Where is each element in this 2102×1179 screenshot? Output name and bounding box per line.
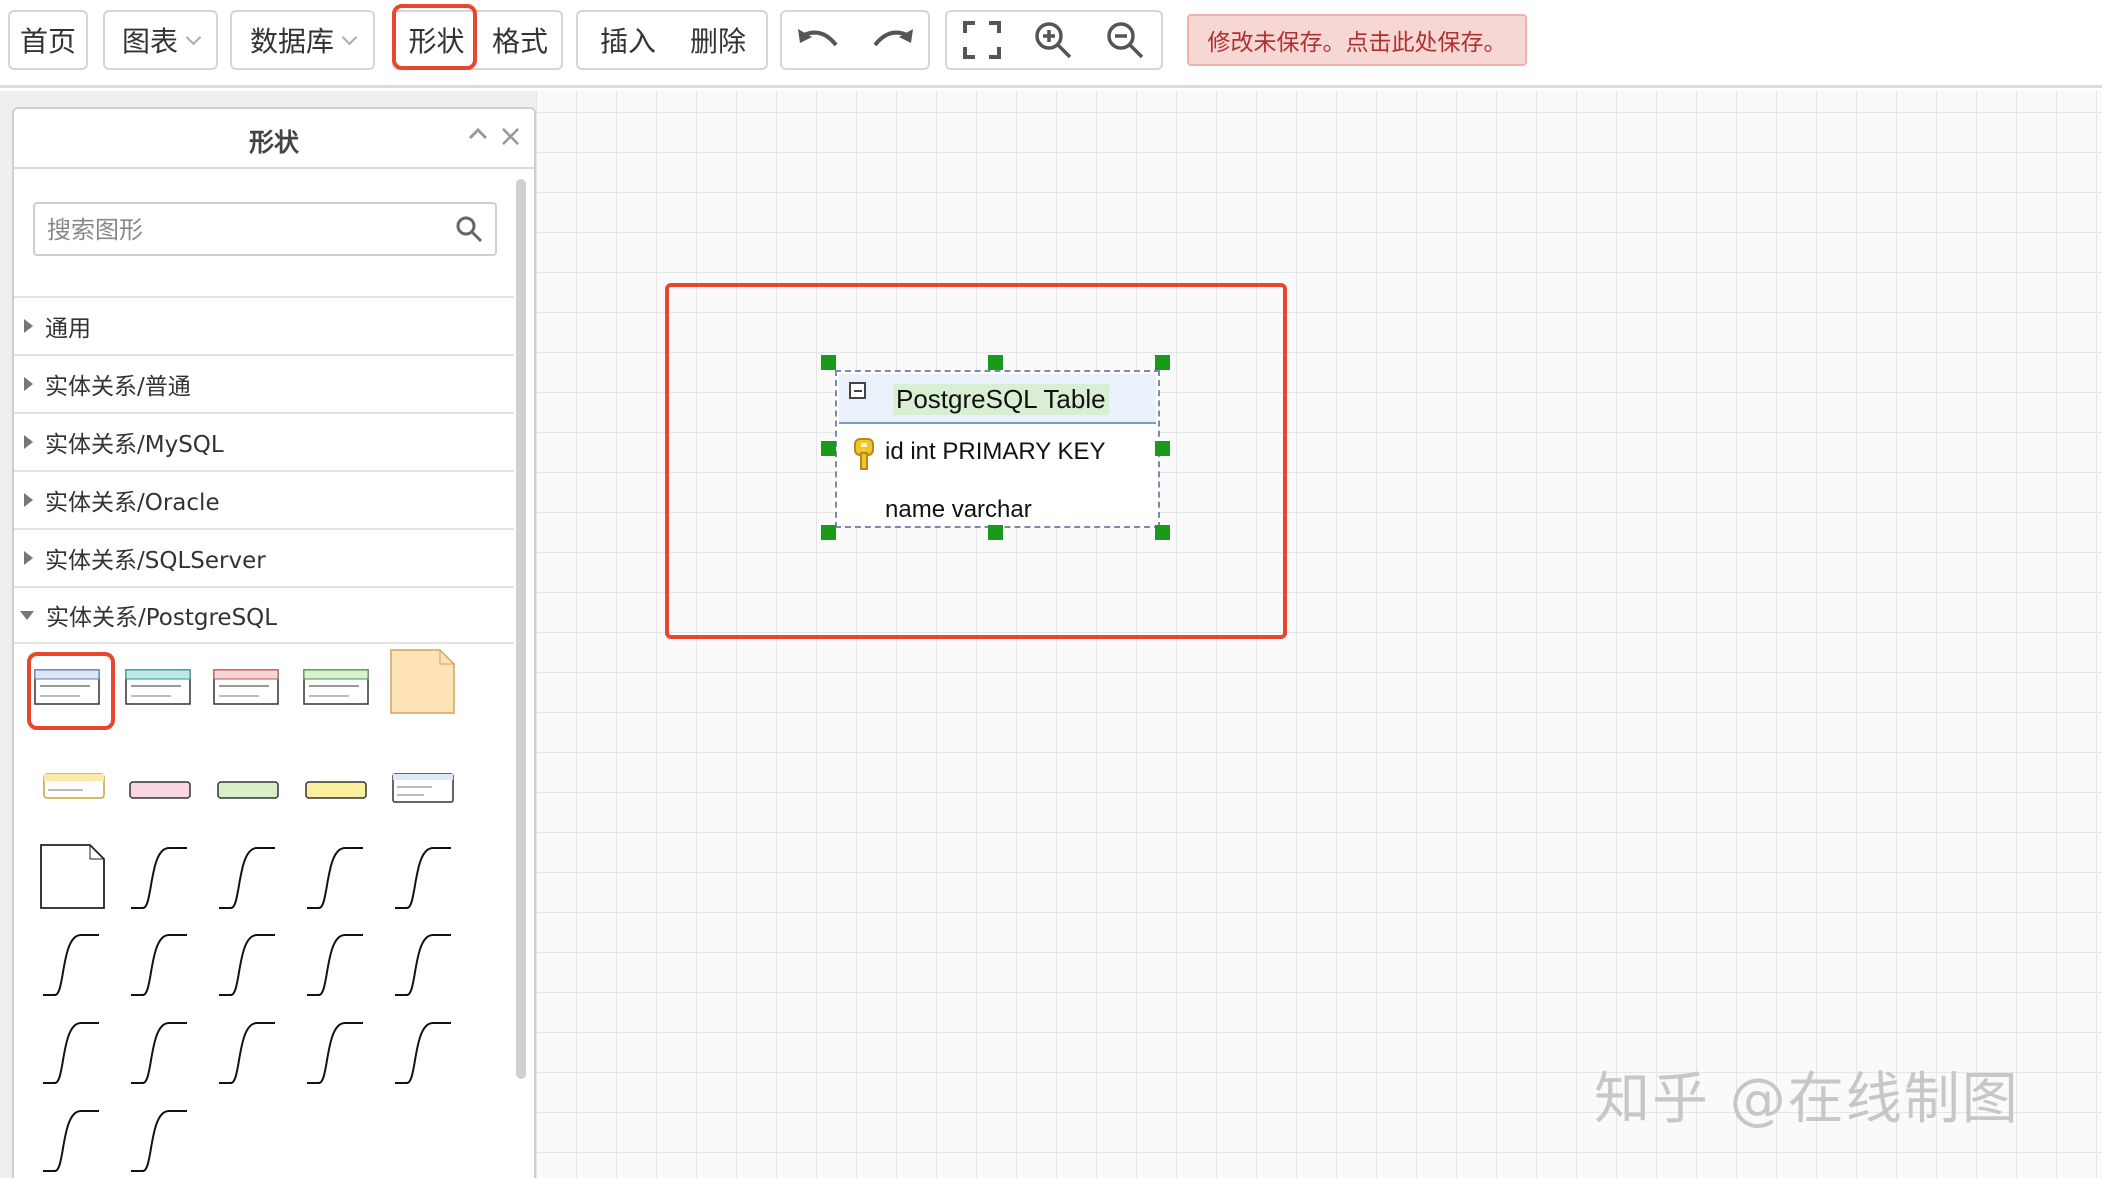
relation-connector[interactable]: [393, 846, 463, 916]
chart-menu[interactable]: 图表: [103, 10, 218, 70]
table-row-name[interactable]: name varchar: [885, 496, 1032, 524]
relation-connector[interactable]: [217, 933, 287, 1003]
table-row-primary-key[interactable]: id int PRIMARY KEY: [885, 438, 1106, 466]
relation-connector[interactable]: [129, 846, 199, 916]
panel-title: 形状: [248, 128, 299, 157]
shape-panel: 形状 × 通用 实体关系/普通 实体关系/MySQL 实体关系/Oracle 实…: [12, 107, 536, 1178]
zoom-out-icon[interactable]: [1105, 20, 1145, 60]
relation-connector[interactable]: [41, 1109, 111, 1179]
category-er-sqlserver[interactable]: 实体关系/SQLServer: [14, 528, 514, 586]
relation-connector[interactable]: [129, 933, 199, 1003]
category-er-general[interactable]: 实体关系/普通: [14, 354, 514, 412]
expand-arrow-icon: [24, 319, 33, 333]
shape-postgresql-procedure[interactable]: [217, 781, 287, 851]
resize-handle-n[interactable]: [988, 355, 1003, 370]
view-group: [945, 10, 1163, 70]
expand-arrow-icon: [24, 435, 33, 449]
resize-handle-nw[interactable]: [821, 355, 836, 370]
insert-button[interactable]: 插入: [578, 12, 678, 68]
expand-arrow-icon: [24, 377, 33, 391]
category-label: 实体关系/Oracle: [45, 490, 220, 516]
category-label: 实体关系/MySQL: [45, 432, 224, 458]
relation-connector[interactable]: [41, 933, 111, 1003]
format-button[interactable]: 格式: [479, 12, 561, 68]
expand-arrow-icon: [24, 493, 33, 507]
resize-handle-w[interactable]: [821, 441, 836, 456]
selected-shape-highlight: [27, 652, 115, 730]
resize-handle-s[interactable]: [988, 525, 1003, 540]
fit-screen-icon[interactable]: [963, 21, 1001, 59]
shape-note[interactable]: [40, 844, 110, 914]
category-er-oracle[interactable]: 实体关系/Oracle: [14, 470, 514, 528]
database-menu[interactable]: 数据库: [230, 10, 375, 70]
relation-connector[interactable]: [217, 846, 287, 916]
shape-postgresql-view[interactable]: [43, 773, 113, 843]
undo-icon[interactable]: [796, 25, 842, 55]
category-label: 实体关系/SQLServer: [45, 548, 266, 574]
search-icon[interactable]: [455, 215, 483, 247]
shape-postgresql-sequence[interactable]: [392, 773, 462, 843]
category-label: 通用: [45, 316, 91, 342]
relation-connector[interactable]: [305, 846, 375, 916]
database-label: 数据库: [249, 25, 334, 58]
key-icon: [853, 437, 875, 475]
insert-delete-group: 插入 删除: [576, 10, 768, 70]
unsaved-notice[interactable]: 修改未保存。点击此处保存。: [1187, 14, 1527, 66]
resize-handle-ne[interactable]: [1155, 355, 1170, 370]
panel-scrollbar[interactable]: [516, 179, 526, 1079]
relation-connector[interactable]: [129, 1021, 199, 1091]
category-label: 实体关系/PostgreSQL: [46, 605, 278, 631]
shape-button-highlight: [392, 4, 477, 70]
resize-handle-se[interactable]: [1155, 525, 1170, 540]
home-label: 首页: [19, 25, 76, 58]
postgresql-table-shape[interactable]: PostgreSQL Table id int PRIMARY KEY name…: [835, 370, 1160, 528]
category-er-mysql[interactable]: 实体关系/MySQL: [14, 412, 514, 470]
search-box: [33, 202, 497, 256]
shape-postgresql-function[interactable]: [305, 781, 375, 851]
relation-connector[interactable]: [41, 1021, 111, 1091]
chart-label: 图表: [121, 25, 178, 58]
toolbar: 首页 图表 数据库 形状 格式 插入 删除 修改未保存。点击此处保存。: [0, 0, 2102, 88]
resize-handle-sw[interactable]: [821, 525, 836, 540]
relation-connector[interactable]: [393, 1021, 463, 1091]
zoom-in-icon[interactable]: [1033, 20, 1073, 60]
shape-postgresql-table-green[interactable]: [303, 669, 373, 739]
shape-note-yellow[interactable]: [390, 649, 460, 719]
shape-postgresql-table-red[interactable]: [213, 669, 283, 739]
collapse-icon[interactable]: [849, 382, 866, 399]
chevron-up-icon[interactable]: [468, 125, 488, 144]
chevron-down-icon: [185, 29, 202, 45]
shape-postgresql-table-teal[interactable]: [125, 669, 195, 739]
collapse-arrow-icon: [20, 610, 34, 620]
redo-icon[interactable]: [869, 25, 915, 55]
delete-button[interactable]: 删除: [678, 12, 758, 68]
expand-arrow-icon: [24, 551, 33, 565]
relation-connector[interactable]: [129, 1109, 199, 1179]
relation-connector[interactable]: [393, 933, 463, 1003]
home-button[interactable]: 首页: [8, 10, 88, 70]
close-icon[interactable]: ×: [498, 122, 523, 152]
resize-handle-e[interactable]: [1155, 441, 1170, 456]
search-input[interactable]: [47, 212, 447, 248]
undo-redo-group: [780, 10, 930, 70]
category-er-postgresql[interactable]: 实体关系/PostgreSQL: [14, 586, 514, 644]
category-label: 实体关系/普通: [45, 374, 191, 400]
panel-header: 形状 ×: [14, 109, 534, 169]
shape-postgresql-trigger[interactable]: [129, 781, 199, 851]
table-header[interactable]: PostgreSQL Table: [839, 374, 1156, 424]
relation-connector[interactable]: [305, 933, 375, 1003]
category-general[interactable]: 通用: [14, 296, 514, 354]
chevron-down-icon: [341, 29, 358, 45]
watermark: 知乎 @在线制图: [1594, 1067, 2020, 1132]
relation-connector[interactable]: [217, 1021, 287, 1091]
relation-connector[interactable]: [305, 1021, 375, 1091]
table-title[interactable]: PostgreSQL Table: [893, 384, 1109, 415]
